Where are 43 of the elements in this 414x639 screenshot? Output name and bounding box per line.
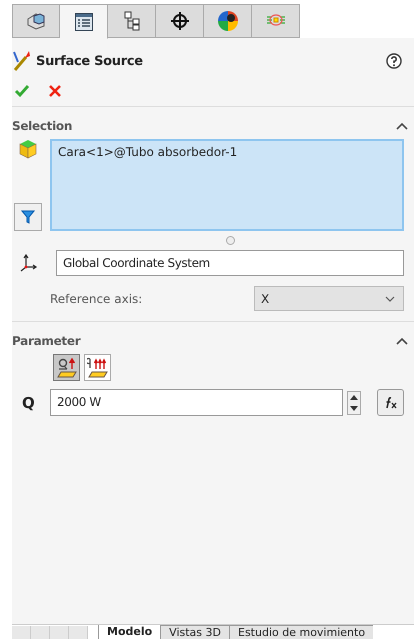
heat-rate-icon <box>56 356 78 378</box>
selection-item[interactable]: Cara<1>@Tubo absorbedor-1 <box>58 145 396 159</box>
color-ball-icon <box>216 10 238 32</box>
torch-icon <box>12 50 32 72</box>
collapse-icon[interactable] <box>396 122 408 130</box>
panel-tab[interactable] <box>204 4 252 38</box>
coordinate-system-field[interactable]: Global Coordinate System <box>56 250 404 276</box>
filter-icon <box>21 210 35 224</box>
filter-button[interactable] <box>14 203 42 231</box>
heat-source-icon <box>264 14 286 28</box>
section-header: Parameter <box>12 334 80 348</box>
function-button[interactable] <box>377 389 404 416</box>
up-arrow-icon[interactable] <box>350 394 358 400</box>
panel-tab[interactable] <box>108 4 156 38</box>
model-tab[interactable]: Estudio de movimiento <box>229 625 374 639</box>
ok-icon[interactable] <box>14 84 30 98</box>
help-icon[interactable] <box>386 53 402 69</box>
fx-icon <box>384 396 398 408</box>
cancel-icon[interactable] <box>48 84 62 98</box>
cube-icon <box>25 11 47 31</box>
spinner-control[interactable] <box>347 390 361 414</box>
collapse-icon[interactable] <box>396 337 408 345</box>
heat-rate-field[interactable]: 2000 W <box>50 389 343 416</box>
tree-icon <box>122 11 140 31</box>
face-cube-icon <box>18 139 38 159</box>
mode-toggle[interactable] <box>53 354 80 381</box>
panel-title: Surface Source <box>36 54 143 68</box>
chevron-down-icon <box>385 296 395 302</box>
section-header: Selection <box>12 119 72 133</box>
heat-flux-icon <box>86 356 108 378</box>
panel-tab[interactable] <box>60 4 108 39</box>
axes-icon <box>18 253 38 273</box>
parameter-symbol: Q <box>22 394 36 412</box>
selection-list[interactable]: Cara<1>@Tubo absorbedor-1 <box>50 139 404 231</box>
reference-axis-dropdown[interactable]: X <box>254 286 404 311</box>
model-tab[interactable]: Vistas 3D <box>160 625 229 639</box>
field-label: Reference axis: <box>50 292 142 306</box>
down-arrow-icon[interactable] <box>350 406 358 410</box>
panel-tab[interactable] <box>156 4 204 38</box>
mode-toggle[interactable] <box>84 354 111 381</box>
resize-handle[interactable] <box>226 236 235 245</box>
list-icon <box>74 12 94 32</box>
crosshair-icon <box>170 11 190 31</box>
